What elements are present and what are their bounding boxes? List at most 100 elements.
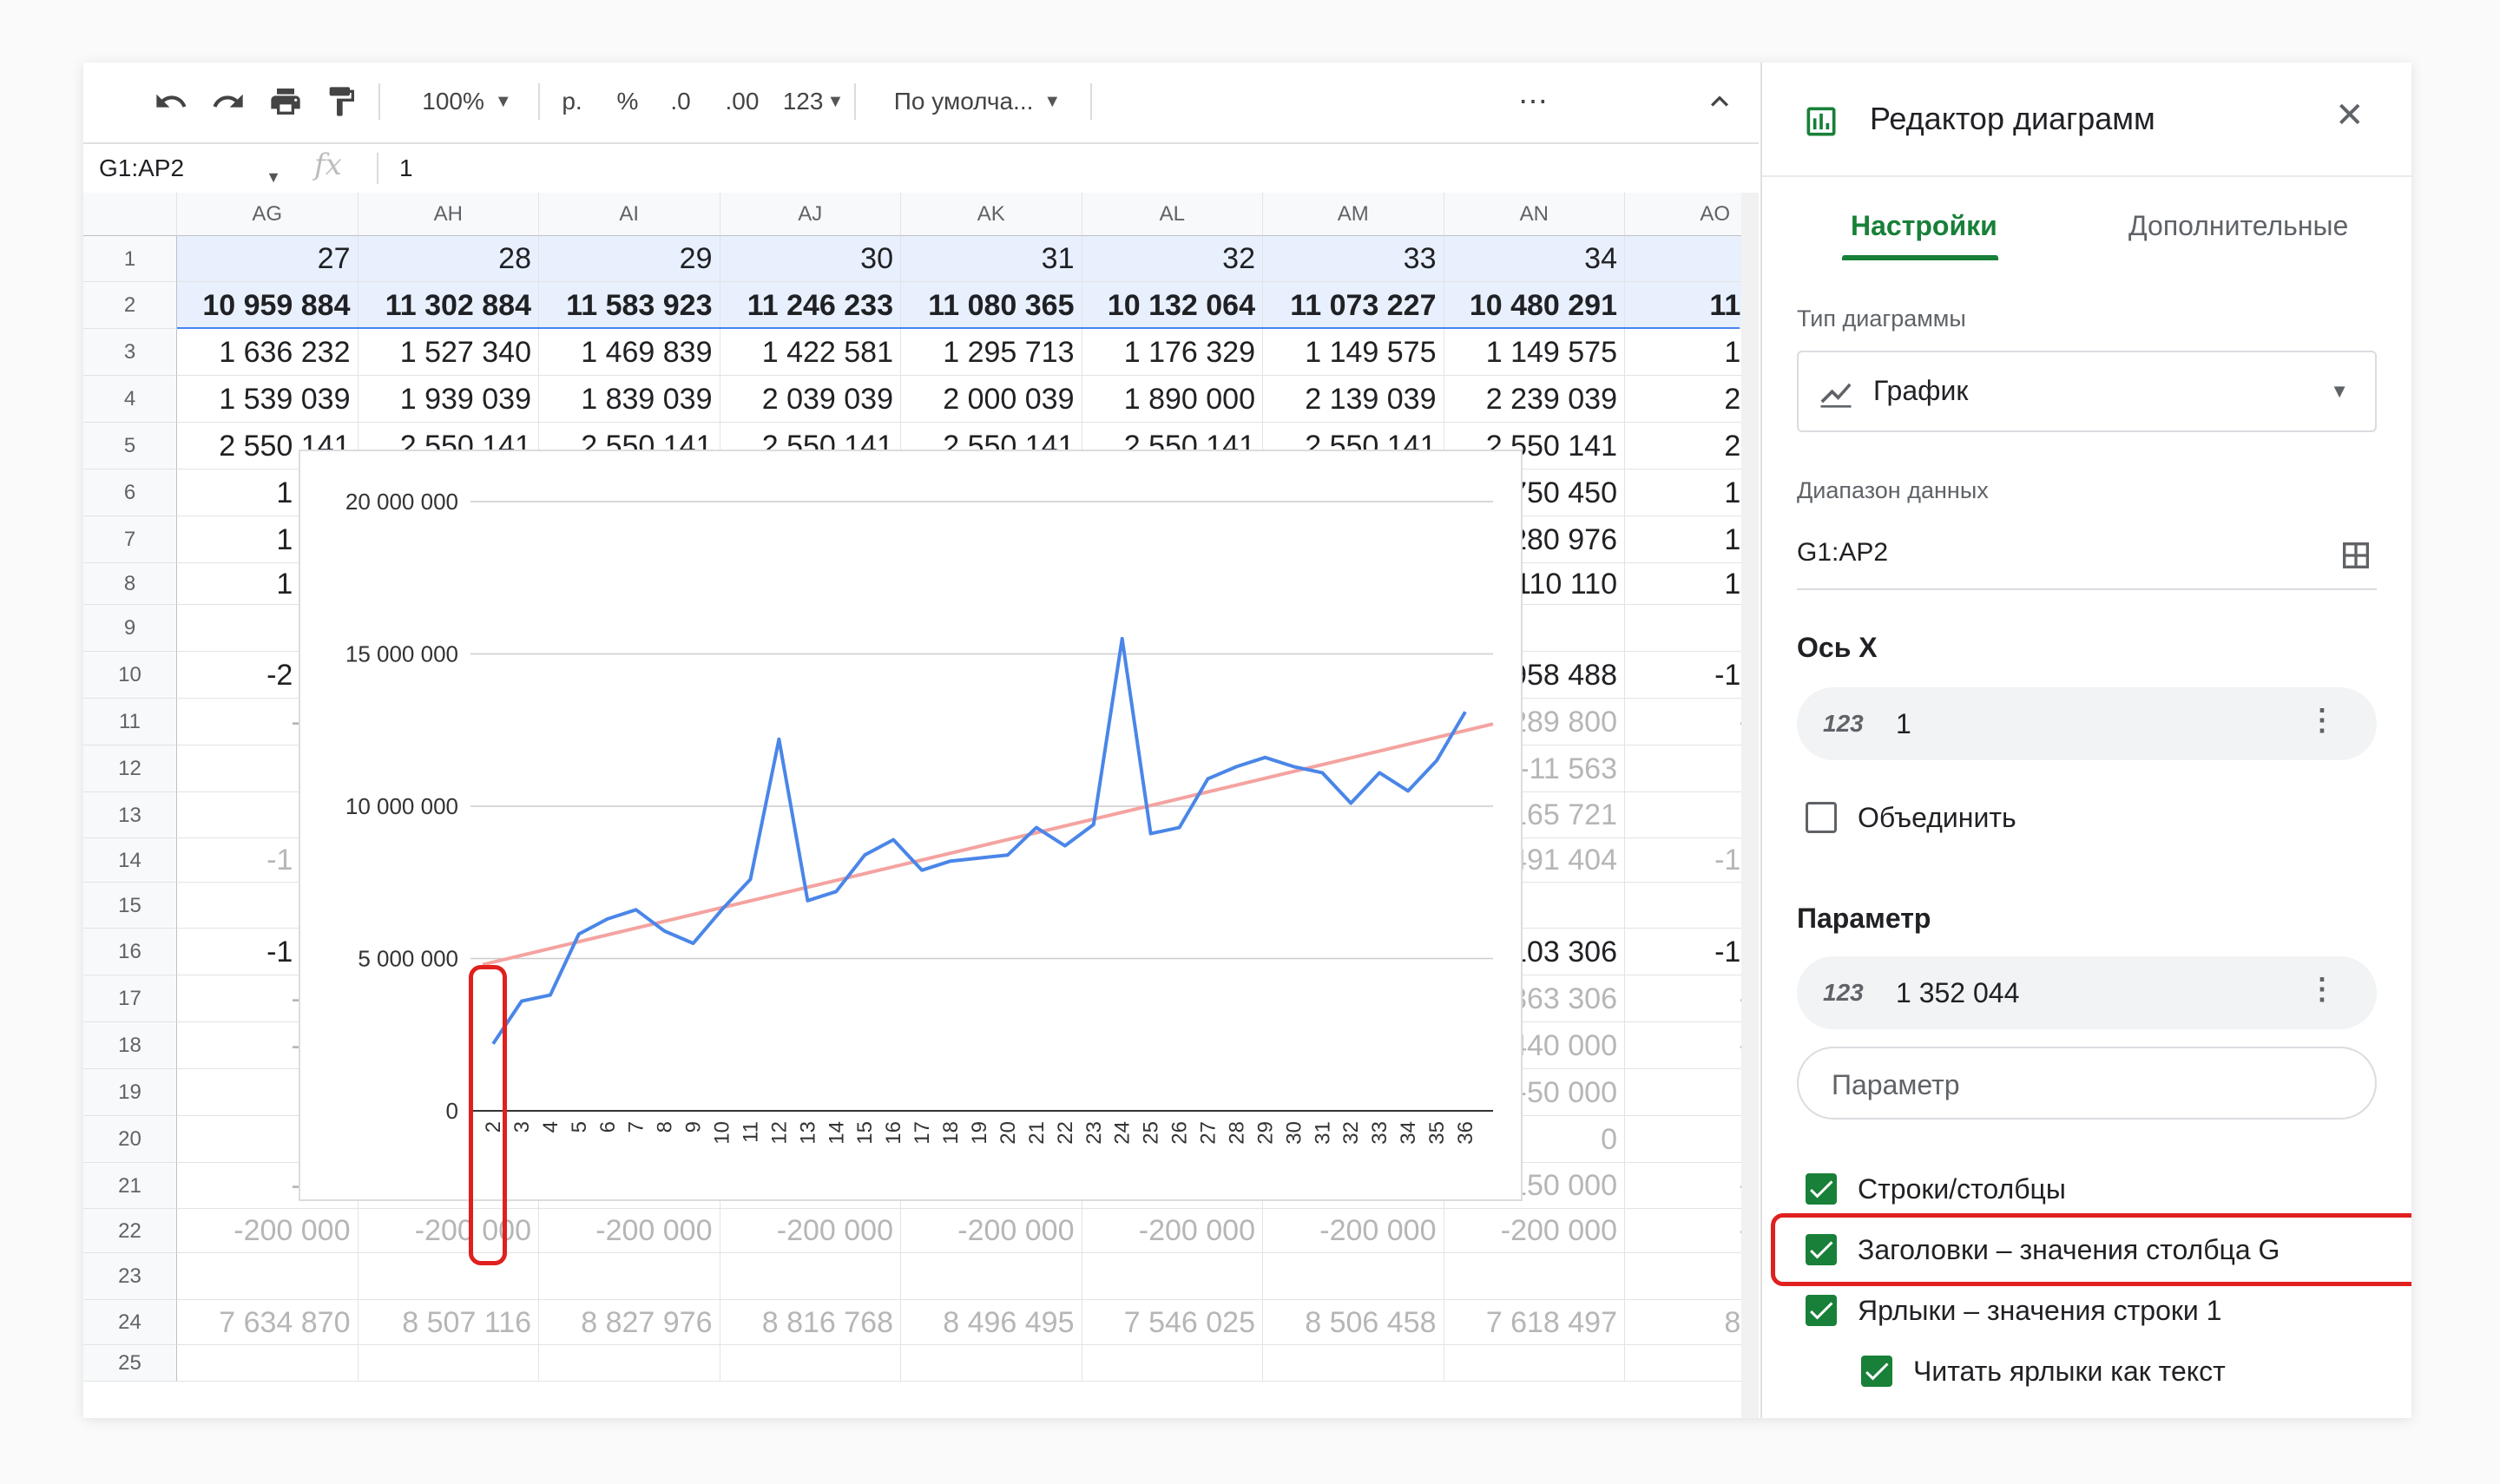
cell-aj22[interactable]: -200 000 [720,1209,901,1253]
chart-type-select[interactable]: График ▼ [1797,351,2377,432]
cell-am1[interactable]: 33 [1263,236,1444,282]
cell-ah23[interactable] [358,1253,539,1300]
cell-ao24[interactable]: 8 305 [1625,1300,1759,1345]
tab-customize[interactable]: Дополнительные [2128,210,2348,242]
cell-ag1[interactable]: 27 [177,236,359,282]
cell-ag2[interactable]: 10 959 884 [177,282,359,329]
row-header-16[interactable]: 16 [83,929,177,975]
cell-ai22[interactable]: -200 000 [539,1209,720,1253]
combine-checkbox[interactable] [1806,802,1837,833]
column-header-am[interactable]: AM [1263,193,1444,236]
cell-al25[interactable] [1082,1345,1263,1382]
column-header-ao[interactable]: AO [1625,193,1759,236]
row-header-17[interactable]: 17 [83,975,177,1022]
zoom-select[interactable]: 100% ▼ [406,80,528,123]
cell-ag25[interactable] [177,1345,359,1382]
row-header-8[interactable]: 8 [83,563,177,605]
column-header-aj[interactable]: AJ [720,193,901,236]
cell-al1[interactable]: 32 [1082,236,1263,282]
column-header-ah[interactable]: AH [358,193,539,236]
percent-button[interactable]: % [608,80,648,123]
cell-am22[interactable]: -200 000 [1263,1209,1444,1253]
cell-ao22[interactable]: -200 [1625,1209,1759,1253]
select-all-corner[interactable] [83,193,177,236]
cell-ai4[interactable]: 1 839 039 [539,376,720,423]
cell-aj1[interactable]: 30 [720,236,901,282]
cell-aj23[interactable] [720,1253,901,1300]
cell-ao9[interactable] [1625,605,1759,652]
cell-ao8[interactable]: 1 744 [1625,563,1759,605]
row-header-7[interactable]: 7 [83,516,177,563]
row-header-13[interactable]: 13 [83,792,177,838]
font-select[interactable]: По умолча... ▼ [873,80,1082,123]
cell-ao4[interactable]: 2 239 [1625,376,1759,423]
cell-an4[interactable]: 2 239 039 [1444,376,1625,423]
cell-an23[interactable] [1444,1253,1625,1300]
cell-ai2[interactable]: 11 583 923 [539,282,720,329]
cell-al24[interactable]: 7 546 025 [1082,1300,1263,1345]
cell-am2[interactable]: 11 073 227 [1263,282,1444,329]
cell-an25[interactable] [1444,1345,1625,1382]
cell-ao3[interactable]: 1 996 [1625,329,1759,376]
formula-input[interactable]: 1 [399,151,413,186]
cell-ah3[interactable]: 1 527 340 [358,329,539,376]
cell-ag3[interactable]: 1 636 232 [177,329,359,376]
row-header-22[interactable]: 22 [83,1209,177,1253]
cell-ao1[interactable] [1625,236,1759,282]
cell-ai23[interactable] [539,1253,720,1300]
cell-aj2[interactable]: 11 246 233 [720,282,901,329]
cell-an1[interactable]: 34 [1444,236,1625,282]
cell-ao7[interactable]: 1 230 [1625,516,1759,563]
column-header-an[interactable]: AN [1444,193,1625,236]
cell-ai3[interactable]: 1 469 839 [539,329,720,376]
cell-ao5[interactable]: 2 550 [1625,423,1759,469]
cell-am3[interactable]: 1 149 575 [1263,329,1444,376]
row-header-4[interactable]: 4 [83,376,177,423]
collapse-toolbar-icon[interactable] [1698,80,1741,123]
cell-aj3[interactable]: 1 422 581 [720,329,901,376]
row-header-5[interactable]: 5 [83,423,177,469]
column-header-ai[interactable]: AI [539,193,720,236]
cell-ag24[interactable]: 7 634 870 [177,1300,359,1345]
row-header-10[interactable]: 10 [83,652,177,699]
print-icon[interactable] [266,80,306,123]
tab-settings[interactable]: Настройки [1851,210,1997,242]
text-labels-checkbox[interactable] [1861,1356,1892,1387]
cell-ah24[interactable]: 8 507 116 [358,1300,539,1345]
cell-ao16[interactable]: -1 643 [1625,929,1759,975]
cell-ao13[interactable]: -99 [1625,792,1759,838]
parameter-chip[interactable]: 123 1 352 044 ⋮ [1797,956,2377,1029]
cell-ao11[interactable]: -241 [1625,699,1759,745]
x-axis-chip[interactable]: 123 1 ⋮ [1797,687,2377,760]
cell-aj25[interactable] [720,1345,901,1382]
cell-an24[interactable]: 7 618 497 [1444,1300,1625,1345]
cell-ah2[interactable]: 11 302 884 [358,282,539,329]
currency-button[interactable]: р. [552,80,592,123]
row-header-18[interactable]: 18 [83,1022,177,1069]
cell-aj24[interactable]: 8 816 768 [720,1300,901,1345]
cell-ai25[interactable] [539,1345,720,1382]
cell-al2[interactable]: 10 132 064 [1082,282,1263,329]
labels-checkbox[interactable] [1806,1295,1837,1326]
cell-ai1[interactable]: 29 [539,236,720,282]
cell-ao18[interactable]: -880 [1625,1022,1759,1069]
cell-am25[interactable] [1263,1345,1444,1382]
row-header-14[interactable]: 14 [83,838,177,883]
row-header-3[interactable]: 3 [83,329,177,376]
cell-al3[interactable]: 1 176 329 [1082,329,1263,376]
more-vert-icon[interactable]: ⋮ [2307,703,2337,738]
cell-ao25[interactable] [1625,1345,1759,1382]
cell-ak23[interactable] [901,1253,1082,1300]
cell-ag22[interactable]: -200 000 [177,1209,359,1253]
paint-format-icon[interactable] [321,80,361,123]
row-header-20[interactable]: 20 [83,1116,177,1163]
cell-ak1[interactable]: 31 [901,236,1082,282]
vertical-scrollbar[interactable] [1741,193,1759,1418]
column-header-ak[interactable]: AK [901,193,1082,236]
cell-an2[interactable]: 10 480 291 [1444,282,1625,329]
row-header-15[interactable]: 15 [83,883,177,929]
row-header-24[interactable]: 24 [83,1300,177,1345]
cell-ao23[interactable] [1625,1253,1759,1300]
rows-cols-checkbox[interactable] [1806,1173,1837,1205]
row-header-1[interactable]: 1 [83,236,177,282]
